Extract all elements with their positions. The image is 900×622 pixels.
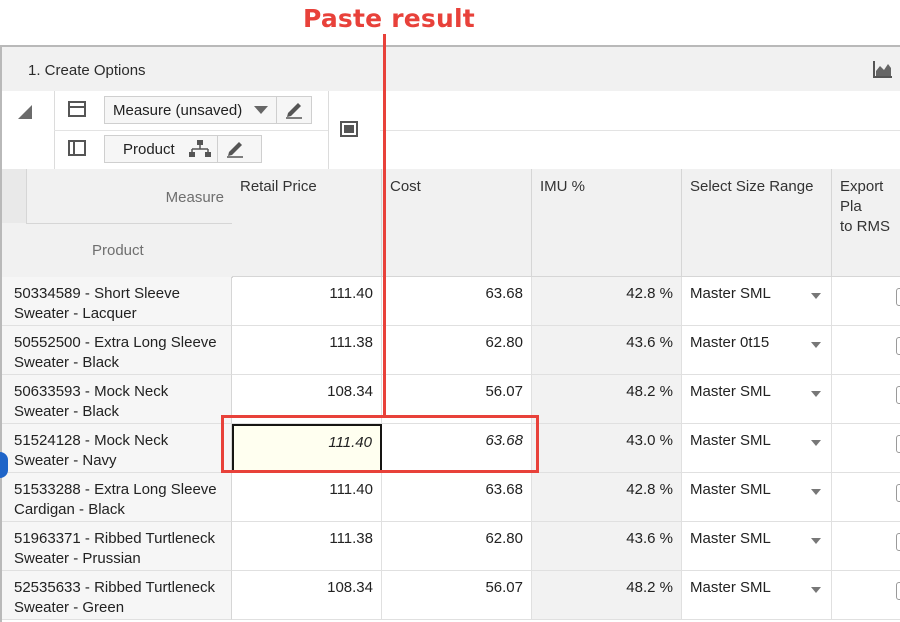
cell-imu[interactable]: 48.2 % bbox=[532, 571, 682, 620]
grid-corner-notch bbox=[2, 169, 27, 223]
cell-imu[interactable]: 43.6 % bbox=[532, 522, 682, 571]
callout-highlight-box bbox=[221, 415, 539, 473]
size-range-select[interactable]: Master SML bbox=[682, 277, 832, 326]
export-checkbox[interactable] bbox=[896, 337, 900, 355]
measure-pill[interactable]: Measure (unsaved) bbox=[104, 96, 312, 124]
export-checkbox-cell[interactable] bbox=[832, 375, 900, 424]
edit-measure-button[interactable] bbox=[276, 97, 311, 123]
size-range-select[interactable]: Master SML bbox=[682, 571, 832, 620]
chart-icon[interactable] bbox=[872, 59, 894, 79]
row-header-product[interactable]: 51524128 - Mock Neck Sweater - Navy bbox=[2, 424, 232, 473]
product-pill-label: Product bbox=[123, 140, 175, 158]
paste-result-callout: Paste result bbox=[303, 4, 475, 33]
size-range-select[interactable]: Master SML bbox=[682, 424, 832, 473]
cell-imu[interactable]: 42.8 % bbox=[532, 473, 682, 522]
scroll-indicator bbox=[0, 452, 8, 478]
size-range-value: Master SML bbox=[690, 285, 771, 302]
cell-imu[interactable]: 48.2 % bbox=[532, 375, 682, 424]
size-range-value: Master 0t15 bbox=[690, 334, 770, 351]
cell-cost[interactable]: 56.07 bbox=[382, 571, 532, 620]
export-checkbox-cell[interactable] bbox=[832, 326, 900, 375]
data-grid: Measure Product Retail Price Cost IMU % Sel… bbox=[2, 169, 900, 622]
chevron-down-icon[interactable] bbox=[811, 587, 821, 593]
pencil-icon bbox=[226, 142, 243, 158]
column-header-select-size-range[interactable]: Select Size Range bbox=[682, 169, 832, 277]
panel-title: 1. Create Options bbox=[28, 62, 146, 79]
cell-cost[interactable]: 62.80 bbox=[382, 326, 532, 375]
row-header-product[interactable]: 51533288 - Extra Long Sleeve Cardigan - … bbox=[2, 473, 232, 522]
size-range-value: Master SML bbox=[690, 481, 771, 498]
page-layout-icon bbox=[340, 121, 358, 137]
cell-cost[interactable]: 63.68 bbox=[382, 277, 532, 326]
chevron-down-icon[interactable] bbox=[811, 440, 821, 446]
export-checkbox[interactable] bbox=[896, 288, 900, 306]
cell-imu[interactable]: 43.0 % bbox=[532, 424, 682, 473]
row-header-product[interactable]: 50334589 - Short Sleeve Sweater - Lacque… bbox=[2, 277, 232, 326]
corner-measure-label: Measure bbox=[165, 189, 224, 206]
chevron-down-icon[interactable] bbox=[811, 538, 821, 544]
pencil-icon bbox=[286, 103, 303, 119]
cell-retail[interactable]: 111.40 bbox=[232, 277, 382, 326]
export-checkbox[interactable] bbox=[896, 435, 900, 453]
row-header-product[interactable]: 50552500 - Extra Long Sleeve Sweater - B… bbox=[2, 326, 232, 375]
cell-retail[interactable]: 111.38 bbox=[232, 522, 382, 571]
pivot-column-area bbox=[328, 91, 900, 169]
size-range-value: Master SML bbox=[690, 530, 771, 547]
pivot-row-area: Measure (unsaved) Product bbox=[54, 91, 329, 169]
chevron-down-icon[interactable] bbox=[811, 342, 821, 348]
column-header-retail-price[interactable]: Retail Price bbox=[232, 169, 382, 277]
chevron-down-icon[interactable] bbox=[811, 489, 821, 495]
export-checkbox-cell[interactable] bbox=[832, 473, 900, 522]
size-range-select[interactable]: Master SML bbox=[682, 375, 832, 424]
create-options-panel: 1. Create Options Measure (unsaved) Prod… bbox=[0, 45, 900, 622]
cell-retail[interactable]: 111.38 bbox=[232, 326, 382, 375]
export-checkbox[interactable] bbox=[896, 484, 900, 502]
chevron-down-icon[interactable] bbox=[254, 106, 269, 114]
chevron-down-icon[interactable] bbox=[811, 293, 821, 299]
export-checkbox-cell[interactable] bbox=[832, 277, 900, 326]
size-range-value: Master SML bbox=[690, 579, 771, 596]
pivot-divider bbox=[380, 130, 900, 131]
size-range-select[interactable]: Master 0t15 bbox=[682, 326, 832, 375]
size-range-select[interactable]: Master SML bbox=[682, 522, 832, 571]
export-checkbox-cell[interactable] bbox=[832, 571, 900, 620]
row-header-product[interactable]: 52535633 - Ribbed Turtleneck Sweater - G… bbox=[2, 571, 232, 620]
cell-retail[interactable]: 108.34 bbox=[232, 571, 382, 620]
pivot-bar: Measure (unsaved) Product bbox=[2, 91, 900, 170]
column-layout-icon bbox=[68, 140, 86, 156]
row-layout-icon bbox=[68, 101, 86, 117]
hierarchy-icon[interactable] bbox=[185, 139, 215, 159]
cell-cost[interactable]: 63.68 bbox=[382, 473, 532, 522]
corner-product-label: Product bbox=[92, 242, 144, 259]
panel-header: 1. Create Options bbox=[2, 47, 900, 92]
size-range-value: Master SML bbox=[690, 383, 771, 400]
callout-pointer-line bbox=[383, 34, 386, 417]
pivot-measure-row: Measure (unsaved) bbox=[54, 91, 328, 131]
collapse-triangle-icon[interactable] bbox=[18, 105, 32, 119]
cell-imu[interactable]: 43.6 % bbox=[532, 326, 682, 375]
column-header-export-to-rms[interactable]: Export Pla to RMS bbox=[832, 169, 900, 277]
pivot-product-row: Product bbox=[54, 130, 328, 169]
edit-product-button[interactable] bbox=[216, 136, 252, 162]
cell-cost[interactable]: 62.80 bbox=[382, 522, 532, 571]
product-pill[interactable]: Product bbox=[104, 135, 262, 163]
row-header-product[interactable]: 50633593 - Mock Neck Sweater - Black bbox=[2, 375, 232, 424]
cell-imu[interactable]: 42.8 % bbox=[532, 277, 682, 326]
row-header-product[interactable]: 51963371 - Ribbed Turtleneck Sweater - P… bbox=[2, 522, 232, 571]
chevron-down-icon[interactable] bbox=[811, 391, 821, 397]
column-header-cost[interactable]: Cost bbox=[382, 169, 532, 277]
size-range-select[interactable]: Master SML bbox=[682, 473, 832, 522]
export-checkbox[interactable] bbox=[896, 582, 900, 600]
pivot-corner bbox=[2, 91, 55, 169]
export-checkbox[interactable] bbox=[896, 386, 900, 404]
export-checkbox[interactable] bbox=[896, 533, 900, 551]
corner-divider bbox=[26, 223, 232, 224]
column-header-imu[interactable]: IMU % bbox=[532, 169, 682, 277]
measure-pill-label: Measure (unsaved) bbox=[113, 101, 243, 119]
grid-corner-header: Measure Product bbox=[2, 169, 233, 278]
cell-retail[interactable]: 111.40 bbox=[232, 473, 382, 522]
size-range-value: Master SML bbox=[690, 432, 771, 449]
export-checkbox-cell[interactable] bbox=[832, 424, 900, 473]
export-checkbox-cell[interactable] bbox=[832, 522, 900, 571]
